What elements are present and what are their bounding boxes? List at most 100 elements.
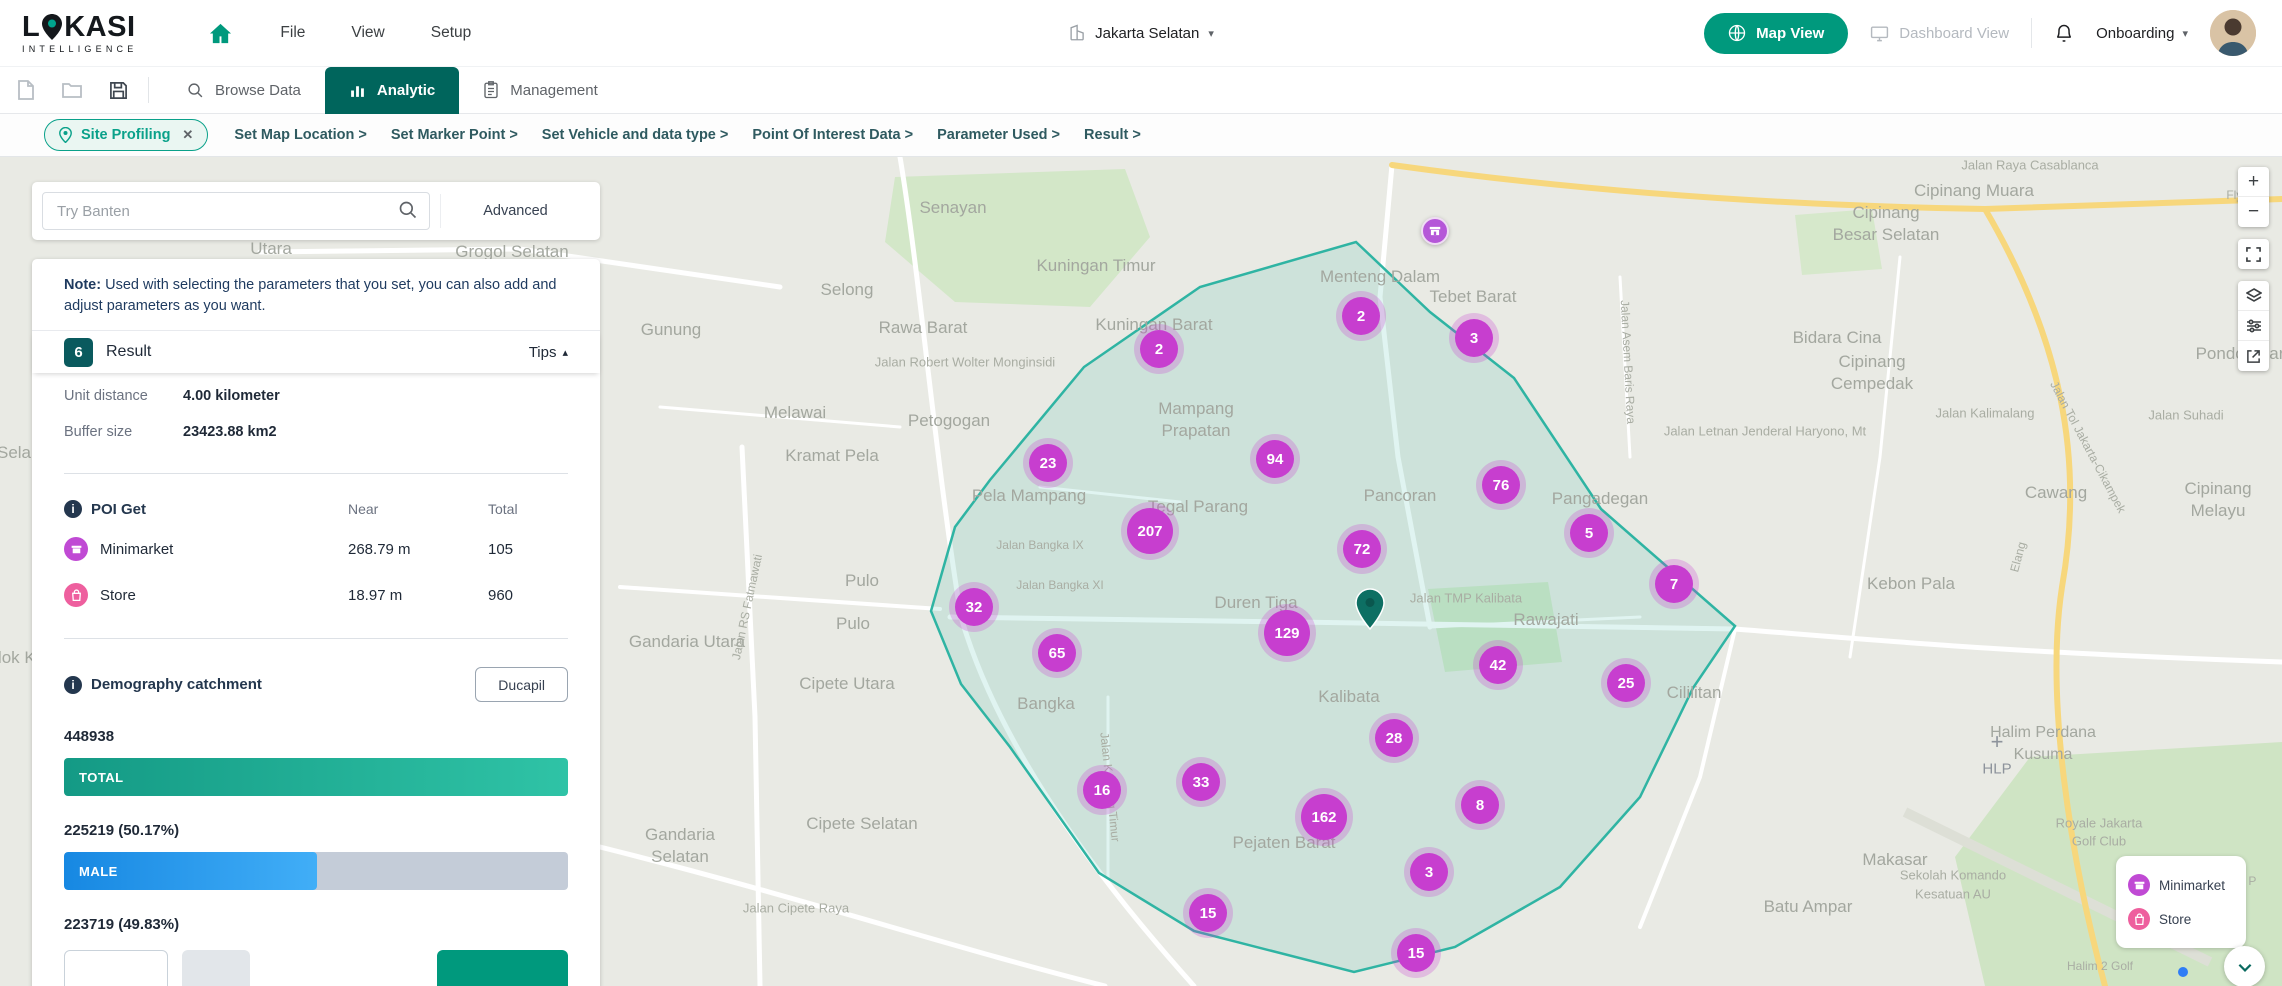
cluster-marker[interactable]: 15 [1397, 934, 1435, 972]
cluster-marker[interactable]: 72 [1343, 530, 1381, 568]
location-selector[interactable]: Jakarta Selatan ▾ [1068, 24, 1214, 42]
cluster-marker[interactable]: 94 [1256, 440, 1294, 478]
poi-header: i POI Get Near Total [64, 500, 568, 519]
cluster-marker[interactable]: 32 [955, 588, 993, 626]
divider [64, 473, 568, 475]
search-input[interactable] [42, 192, 430, 230]
result-panel: Note: Used with selecting the parameters… [32, 259, 600, 986]
tab-browse-data[interactable]: Browse Data [163, 67, 325, 114]
app-header: L KASI INTELLIGENCE File View Setup Jakart… [0, 0, 2282, 67]
catchment-polygon[interactable] [929, 240, 1737, 974]
section-title: Result [106, 343, 152, 361]
fullscreen-button[interactable] [2238, 239, 2269, 269]
cluster-marker[interactable]: 25 [1607, 664, 1645, 702]
cluster-marker[interactable]: 7 [1655, 565, 1693, 603]
logo-subtext: INTELLIGENCE [22, 43, 138, 54]
menu-item-view[interactable]: View [351, 24, 384, 42]
legend-item[interactable]: Store [2128, 902, 2234, 936]
cluster-marker[interactable]: 162 [1301, 794, 1347, 840]
cluster-marker[interactable]: 16 [1083, 771, 1121, 809]
chevron-down-icon: ▾ [2182, 27, 2188, 40]
poi-total-value: 105 [488, 540, 514, 558]
cluster-marker[interactable]: 8 [1461, 786, 1499, 824]
cluster-marker[interactable]: 3 [1410, 853, 1448, 891]
breadcrumb-step-4[interactable]: Point Of Interest Data > [752, 127, 913, 143]
tips-toggle[interactable]: Tips ▴ [529, 344, 568, 361]
user-menu[interactable]: Onboarding ▾ [2096, 25, 2188, 42]
footer-button-outline[interactable] [64, 950, 168, 986]
stat-value: 23423.88 km2 [183, 424, 277, 441]
app-logo[interactable]: L KASI INTELLIGENCE [22, 12, 138, 54]
layers-button[interactable] [2238, 281, 2269, 311]
logo-pin-icon [42, 14, 63, 40]
cluster-marker[interactable]: 76 [1482, 466, 1520, 504]
header-menu: File View Setup [280, 24, 471, 42]
male-bar-fill: MALE [64, 852, 317, 891]
map-view-label: Map View [1756, 24, 1825, 42]
breadcrumb-step-2[interactable]: Set Marker Point > [391, 127, 518, 143]
secondary-toolbar: Browse Data Analytic Management [0, 66, 2282, 114]
poi-marker-icon[interactable] [1421, 217, 1449, 245]
breadcrumb: Site Profiling ✕ Set Map Location > Set M… [0, 114, 2282, 157]
menu-item-file[interactable]: File [280, 24, 305, 42]
menu-item-setup[interactable]: Setup [431, 24, 472, 42]
cluster-marker[interactable]: 2 [1140, 330, 1178, 368]
total-bar: TOTAL [64, 758, 568, 797]
breadcrumb-step-6[interactable]: Result > [1084, 127, 1141, 143]
dashboard-view-button[interactable]: Dashboard View [1870, 24, 2009, 43]
close-icon[interactable]: ✕ [182, 127, 193, 143]
tab-label: Analytic [376, 81, 436, 99]
info-icon: i [64, 675, 82, 694]
new-document-icon[interactable] [6, 73, 46, 107]
cluster-marker[interactable]: 2 [1342, 297, 1380, 335]
cluster-marker[interactable]: 33 [1182, 763, 1220, 801]
cluster-marker[interactable]: 28 [1375, 719, 1413, 757]
zoom-in-button[interactable]: + [2238, 167, 2269, 197]
cluster-marker[interactable]: 5 [1570, 514, 1608, 552]
filter-sliders-button[interactable] [2238, 311, 2269, 341]
export-button[interactable] [2238, 341, 2269, 371]
stat-label: Unit distance [64, 388, 148, 405]
home-button[interactable] [209, 22, 232, 45]
map-view-button[interactable]: Map View [1704, 12, 1849, 54]
zoom-out-button[interactable]: − [2238, 197, 2269, 227]
open-folder-icon[interactable] [52, 73, 92, 107]
footer-box[interactable] [182, 950, 250, 986]
site-location-pin[interactable] [1355, 588, 1385, 635]
breadcrumb-step-3[interactable]: Set Vehicle and data type > [542, 127, 729, 143]
footer-button-primary[interactable] [437, 950, 568, 986]
cluster-marker[interactable]: 42 [1479, 646, 1517, 684]
ducapil-button[interactable]: Ducapil [475, 667, 568, 703]
cluster-marker[interactable]: 129 [1264, 610, 1310, 656]
search-card: Advanced [32, 182, 600, 240]
minimarket-icon [64, 537, 88, 562]
cluster-marker[interactable]: 3 [1455, 319, 1493, 357]
user-avatar[interactable] [2210, 10, 2256, 56]
search-icon[interactable] [398, 200, 418, 225]
stat-row: Unit distance 4.00 kilometer [64, 383, 568, 409]
total-population-value: 448938 [64, 728, 115, 746]
stat-value: 4.00 kilometer [183, 388, 280, 405]
park-small [1795, 209, 1882, 275]
toolbar-divider [148, 77, 149, 103]
advanced-search-link[interactable]: Advanced [440, 194, 590, 228]
map-pin-icon [59, 127, 72, 143]
tab-analytic[interactable]: Analytic [324, 66, 460, 114]
header-divider [2031, 18, 2033, 48]
cluster-marker[interactable]: 15 [1189, 894, 1227, 932]
demography-title: Demography catchment [91, 676, 262, 694]
legend-collapse-button[interactable] [2224, 946, 2265, 986]
save-icon[interactable] [98, 73, 138, 107]
cluster-marker[interactable]: 207 [1127, 508, 1173, 554]
cluster-marker[interactable]: 65 [1038, 634, 1076, 672]
pill-label: Site Profiling [81, 127, 171, 143]
breadcrumb-step-1[interactable]: Set Map Location > [234, 127, 367, 143]
legend-item[interactable]: Minimarket [2128, 868, 2234, 902]
site-profiling-pill[interactable]: Site Profiling ✕ [44, 119, 209, 151]
stats-rows: Unit distance 4.00 kilometer Buffer size … [32, 383, 600, 445]
cluster-marker[interactable]: 23 [1029, 444, 1067, 482]
breadcrumb-step-5[interactable]: Parameter Used > [937, 127, 1060, 143]
tab-management[interactable]: Management [459, 67, 622, 114]
total-bar-label: TOTAL [79, 769, 124, 785]
notifications-bell-icon[interactable] [2054, 23, 2074, 43]
